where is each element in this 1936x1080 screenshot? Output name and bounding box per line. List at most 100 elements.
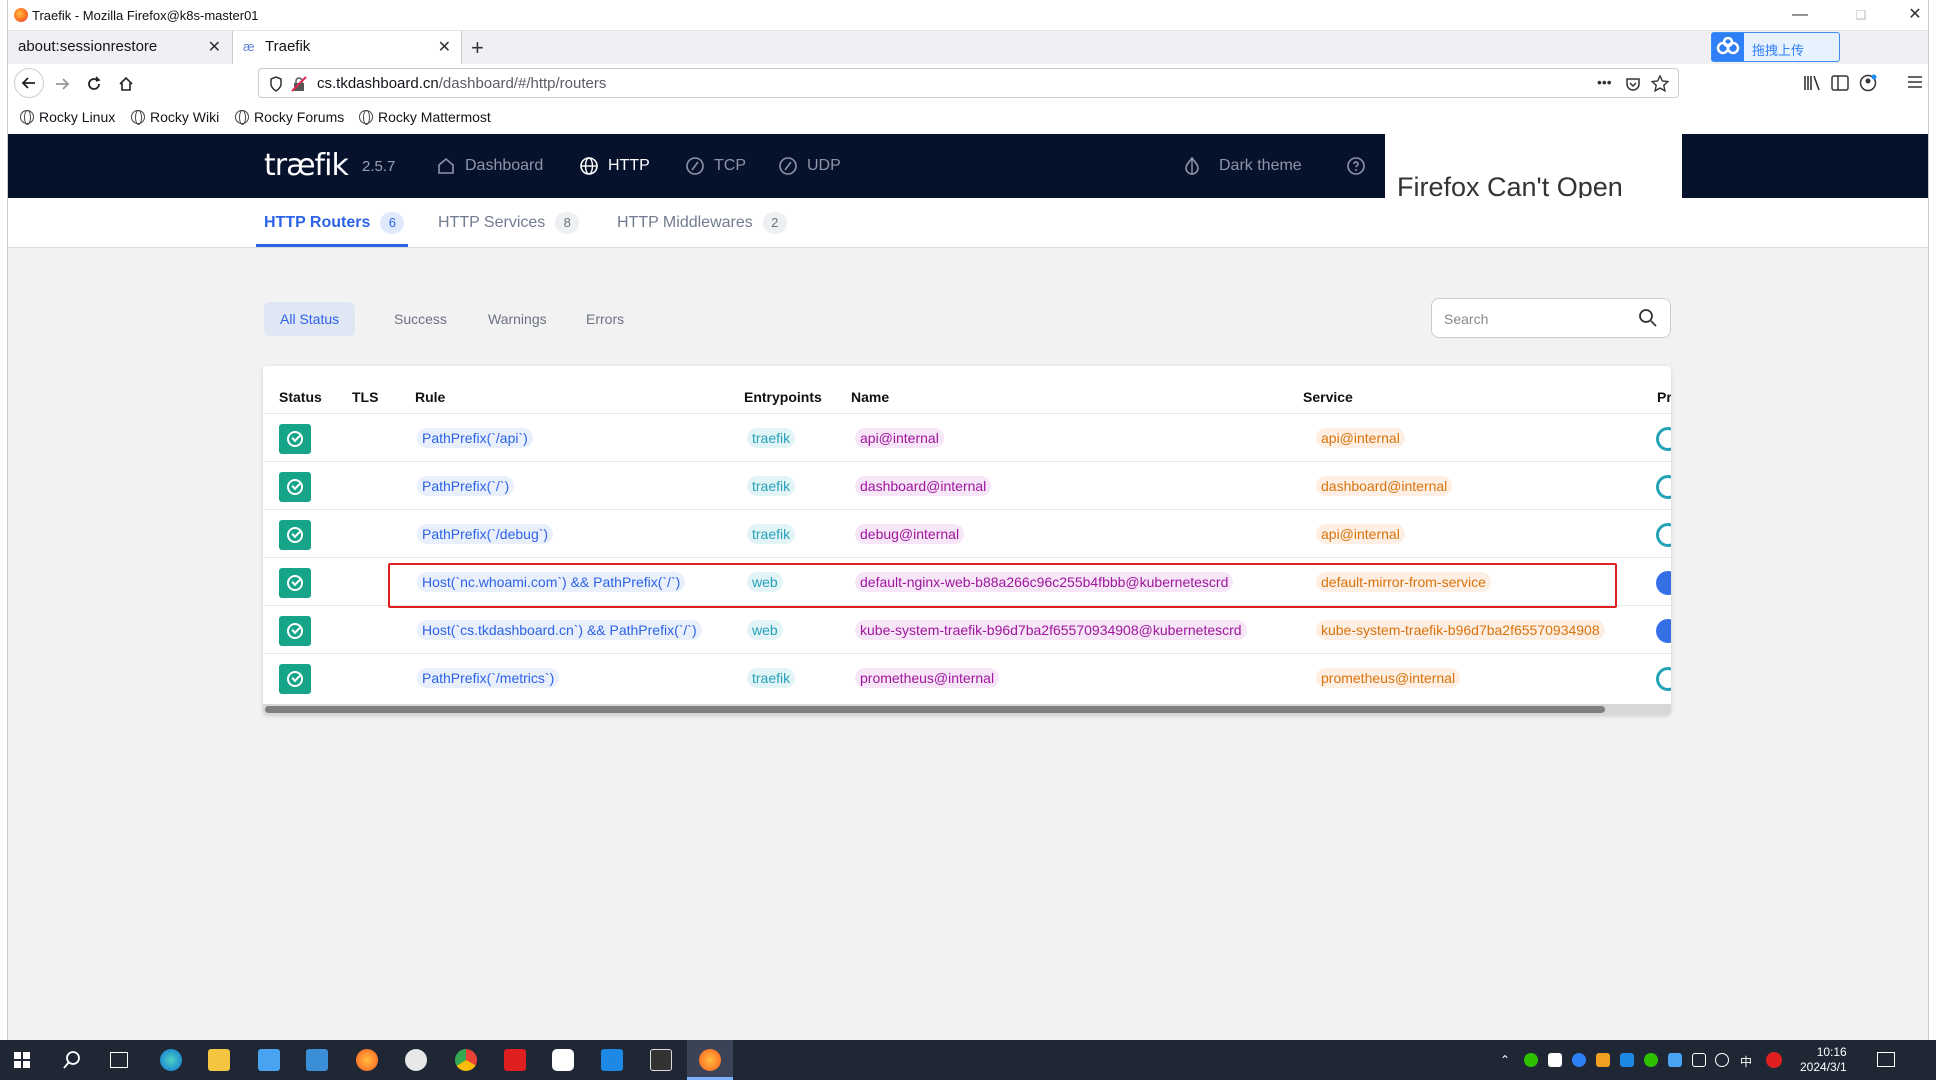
router-name-chip: dashboard@internal	[855, 476, 992, 496]
tab-http-middlewares[interactable]: HTTP Middlewares 2	[617, 212, 787, 234]
globe-icon	[580, 157, 598, 175]
column-header-service[interactable]: Service	[1303, 389, 1353, 405]
filter-success[interactable]: Success	[378, 302, 463, 336]
horizontal-scrollbar[interactable]	[263, 704, 1671, 715]
notification-center-icon[interactable]	[1877, 1052, 1895, 1067]
home-icon	[438, 157, 454, 174]
close-tab-icon[interactable]: ✕	[438, 37, 451, 57]
tab-http-services[interactable]: HTTP Services 8	[438, 212, 580, 234]
bookmark-label: Rocky Linux	[39, 109, 116, 125]
file-explorer-icon[interactable]	[208, 1049, 230, 1071]
traefik-header: træfik 2.5.7 Dashboard HTTP TCP UDP Dark…	[8, 134, 1928, 202]
windows-start-icon[interactable]	[14, 1052, 30, 1068]
volume-icon[interactable]	[1715, 1053, 1729, 1067]
vscode-icon[interactable]	[601, 1049, 623, 1071]
tab-label: about:sessionrestore	[18, 38, 158, 55]
bookmark-rocky-linux[interactable]: Rocky Linux	[20, 109, 115, 125]
globe-icon	[235, 110, 249, 125]
firefox-icon	[14, 8, 28, 22]
search-input[interactable]: Search	[1431, 298, 1671, 338]
chrome-icon[interactable]	[455, 1049, 477, 1071]
mail-icon[interactable]	[306, 1049, 328, 1071]
nav-http[interactable]: HTTP	[579, 156, 650, 176]
firefox-cant-open-overlay: Firefox Can't Open	[1385, 134, 1682, 202]
baidu-tray-icon[interactable]	[1548, 1053, 1562, 1067]
address-bar[interactable]: cs.tkdashboard.cn/dashboard/#/http/route…	[258, 68, 1679, 98]
edge-icon[interactable]	[160, 1049, 182, 1071]
help-button[interactable]	[1346, 156, 1366, 176]
minimize-button[interactable]: —	[1785, 4, 1815, 26]
security-tray-icon[interactable]	[1596, 1053, 1610, 1067]
sogou-input-icon[interactable]	[1766, 1052, 1782, 1068]
table-row[interactable]: PathPrefix(`/metrics`) traefik prometheu…	[263, 653, 1671, 701]
chatgpt-icon[interactable]	[405, 1049, 427, 1071]
table-row[interactable]: PathPrefix(`/debug`) traefik debug@inter…	[263, 509, 1671, 557]
store-icon[interactable]	[258, 1049, 280, 1071]
scrollbar-thumb[interactable]	[265, 706, 1605, 713]
bluetooth-icon[interactable]	[1620, 1053, 1634, 1067]
shield-icon[interactable]	[269, 76, 283, 92]
reload-button[interactable]	[80, 70, 108, 98]
tray-window-icon[interactable]	[1668, 1053, 1682, 1067]
column-header-rule[interactable]: Rule	[415, 389, 445, 405]
table-row[interactable]: PathPrefix(`/`) traefik dashboard@intern…	[263, 461, 1671, 509]
firefox-active-task[interactable]	[687, 1040, 733, 1080]
nav-tcp[interactable]: TCP	[685, 156, 746, 176]
traefik-version: 2.5.7	[362, 158, 396, 175]
bookmark-rocky-mattermost[interactable]: Rocky Mattermost	[359, 109, 491, 125]
baidu-upload-button[interactable]: 拖拽上传	[1711, 32, 1840, 62]
baidu-netdisk-icon[interactable]	[552, 1049, 574, 1071]
sidebar-icon[interactable]	[1831, 75, 1849, 91]
router-name-chip: api@internal	[855, 428, 944, 448]
search-icon[interactable]	[62, 1050, 82, 1070]
network-icon[interactable]	[1692, 1053, 1706, 1067]
task-view-icon[interactable]	[110, 1052, 128, 1068]
bookmark-rocky-wiki[interactable]: Rocky Wiki	[131, 109, 219, 125]
taskbar-clock[interactable]: 10:16 2024/3/1	[1800, 1045, 1847, 1075]
filter-errors[interactable]: Errors	[570, 302, 640, 336]
tray-app-icon[interactable]	[1572, 1053, 1586, 1067]
page-actions-menu[interactable]: •••	[1597, 74, 1612, 90]
dark-theme-toggle[interactable]: Dark theme	[1182, 156, 1302, 176]
url-text[interactable]: cs.tkdashboard.cn/dashboard/#/http/route…	[317, 75, 606, 92]
tab-traefik[interactable]: æ Traefik ✕	[232, 31, 462, 64]
bookmark-rocky-forums[interactable]: Rocky Forums	[235, 109, 344, 125]
filter-warnings[interactable]: Warnings	[472, 302, 563, 336]
pocket-icon[interactable]	[1625, 76, 1641, 92]
insecure-lock-icon[interactable]	[291, 76, 307, 92]
forward-button[interactable]	[48, 70, 76, 98]
column-header-entrypoints[interactable]: Entrypoints	[744, 389, 822, 405]
remote-desktop-icon[interactable]	[650, 1049, 672, 1071]
new-tab-button[interactable]: +	[471, 35, 484, 61]
column-header-status[interactable]: Status	[279, 389, 322, 405]
column-header-provider[interactable]: Pro	[1657, 389, 1671, 405]
firefox-taskbar-icon[interactable]	[356, 1049, 378, 1071]
traefik-favicon-icon: æ	[243, 39, 255, 54]
traefik-logo[interactable]: træfik	[264, 148, 349, 183]
library-icon[interactable]	[1803, 75, 1821, 91]
search-icon[interactable]	[1638, 308, 1658, 328]
maximize-button[interactable]: ❑	[1846, 4, 1876, 26]
close-tab-icon[interactable]: ✕	[208, 37, 221, 57]
back-button[interactable]	[14, 68, 44, 98]
bookmark-star-icon[interactable]	[1651, 75, 1669, 93]
tray-chevron-icon[interactable]: ⌃	[1500, 1053, 1510, 1067]
wechat-icon[interactable]	[1524, 1053, 1538, 1067]
ime-indicator[interactable]: 中	[1740, 1053, 1752, 1070]
wechat-work-icon[interactable]	[1644, 1053, 1658, 1067]
hamburger-menu-icon[interactable]	[1908, 76, 1922, 88]
nav-udp[interactable]: UDP	[778, 156, 841, 176]
tab-http-routers[interactable]: HTTP Routers 6	[264, 212, 405, 234]
table-row[interactable]: Host(`cs.tkdashboard.cn`) && PathPrefix(…	[263, 605, 1671, 653]
rule-chip: Host(`cs.tkdashboard.cn`) && PathPrefix(…	[417, 620, 702, 640]
table-row[interactable]: PathPrefix(`/api`) traefik api@internal …	[263, 413, 1671, 461]
column-header-tls[interactable]: TLS	[352, 389, 378, 405]
tab-sessionrestore[interactable]: about:sessionrestore ✕	[8, 31, 231, 64]
column-header-name[interactable]: Name	[851, 389, 889, 405]
account-icon[interactable]	[1859, 74, 1877, 92]
close-window-button[interactable]: ✕	[1900, 4, 1930, 26]
filter-all-status[interactable]: All Status	[264, 302, 356, 336]
home-button[interactable]	[112, 70, 140, 98]
pdf-reader-icon[interactable]	[504, 1049, 526, 1071]
nav-dashboard[interactable]: Dashboard	[436, 156, 543, 176]
